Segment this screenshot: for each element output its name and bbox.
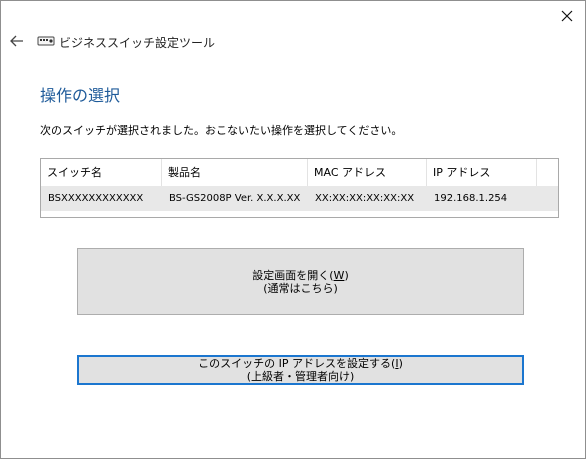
switch-app-icon	[37, 36, 55, 46]
back-button[interactable]	[7, 31, 27, 51]
header-mac-address[interactable]: MAC アドレス	[308, 159, 427, 186]
set-ip-address-button[interactable]: このスイッチの IP アドレスを設定する(I) (上級者・管理者向け)	[77, 355, 524, 385]
set-ip-label: このスイッチの IP アドレスを設定する(I)	[198, 357, 403, 370]
header-product-name[interactable]: 製品名	[162, 159, 308, 186]
app-window: ビジネススイッチ設定ツール 操作の選択 次のスイッチが選択されました。おこないた…	[0, 0, 586, 459]
back-arrow-icon	[10, 35, 23, 47]
open-settings-sublabel: (通常はこちら)	[263, 281, 338, 295]
open-settings-label: 設定画面を開く(W)	[252, 268, 349, 282]
open-settings-button[interactable]: 設定画面を開く(W) (通常はこちら)	[77, 248, 524, 315]
set-ip-sublabel: (上級者・管理者向け)	[246, 370, 355, 383]
close-icon	[561, 10, 573, 22]
switch-table: スイッチ名 製品名 MAC アドレス IP アドレス BSXXXXXXXXXXX…	[40, 158, 559, 218]
cell-product-name: BS-GS2008P Ver. X.X.X.XX	[169, 193, 301, 204]
close-button[interactable]	[555, 5, 579, 27]
page-title: 操作の選択	[40, 86, 121, 105]
app-title: ビジネススイッチ設定ツール	[59, 36, 216, 50]
instruction-text: 次のスイッチが選択されました。おこないたい操作を選択してください。	[40, 124, 403, 137]
header-switch-name[interactable]: スイッチ名	[41, 159, 162, 186]
table-header: スイッチ名 製品名 MAC アドレス IP アドレス	[41, 159, 558, 186]
cell-switch-name: BSXXXXXXXXXXXX	[48, 193, 144, 204]
header-filler	[537, 159, 558, 186]
table-row[interactable]: BSXXXXXXXXXXXX BS-GS2008P Ver. X.X.X.XX …	[41, 186, 558, 211]
cell-ip-address: 192.168.1.254	[434, 193, 508, 204]
cell-mac-address: XX:XX:XX:XX:XX:XX	[315, 193, 415, 204]
header-ip-address[interactable]: IP アドレス	[427, 159, 537, 186]
